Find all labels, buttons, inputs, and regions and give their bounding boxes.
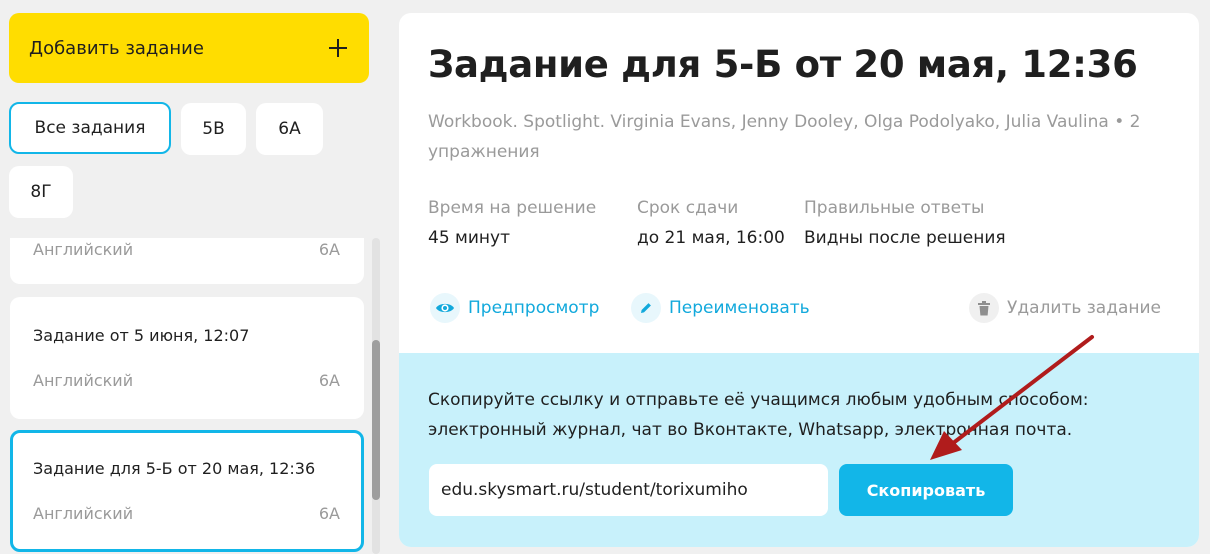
plus-icon — [327, 37, 349, 59]
preview-button[interactable]: Предпросмотр — [430, 292, 599, 324]
answers-label: Правильные ответы — [804, 198, 985, 218]
task-title: Задание от 5 июня, 12:07 — [33, 326, 250, 345]
task-title: Задание для 5-Б от 20 мая, 12:36 — [33, 459, 316, 478]
share-instructions: Скопируйте ссылку и отправьте её учащимс… — [428, 390, 1089, 440]
delete-task-label: Удалить задание — [1007, 298, 1162, 318]
scrollbar-thumb[interactable] — [372, 340, 380, 500]
task-card-selected[interactable]: Задание для 5-Б от 20 мая, 12:36 Английс… — [10, 430, 364, 552]
task-class: 6А — [318, 504, 340, 523]
sidebar: Добавить задание Все задания 5В 6А 8Г Ан… — [0, 0, 380, 554]
book-info: Workbook. Spotlight. Virginia Evans, Jen… — [428, 112, 1141, 162]
deadline-label: Срок сдачи — [637, 198, 739, 218]
filter-5v[interactable]: 5В — [181, 103, 246, 155]
student-link-field[interactable] — [429, 464, 828, 516]
task-details-panel: Задание для 5-Б от 20 мая, 12:36 Workboo… — [399, 13, 1199, 547]
page-title: Задание для 5-Б от 20 мая, 12:36 — [428, 43, 1138, 86]
task-class: 6А — [318, 371, 340, 390]
pencil-icon — [631, 293, 661, 323]
answers-value: Видны после решения — [804, 228, 1006, 248]
share-section: Скопируйте ссылку и отправьте её учащимс… — [399, 353, 1199, 547]
filter-6a[interactable]: 6А — [256, 103, 323, 155]
task-card[interactable]: Задание от 5 июня, 12:07 Английский 6А — [10, 297, 364, 419]
copy-link-button[interactable]: Скопировать — [839, 464, 1013, 516]
filter-8g[interactable]: 8Г — [9, 166, 73, 218]
add-task-label: Добавить задание — [29, 37, 204, 59]
task-list: Английский 6А Задание от 5 июня, 12:07 А… — [0, 238, 380, 554]
task-class: 6А — [318, 240, 340, 259]
eye-icon — [430, 293, 460, 323]
task-subject: Английский — [33, 504, 134, 523]
rename-button[interactable]: Переименовать — [631, 292, 810, 324]
deadline-value: до 21 мая, 16:00 — [637, 228, 785, 248]
task-card[interactable]: Английский 6А — [10, 238, 364, 284]
time-value: 45 минут — [428, 228, 510, 248]
time-label: Время на решение — [428, 198, 597, 218]
task-subject: Английский — [33, 371, 134, 390]
preview-label: Предпросмотр — [468, 298, 600, 318]
filter-all-tasks[interactable]: Все задания — [9, 102, 171, 154]
delete-task-button[interactable]: Удалить задание — [969, 292, 1161, 324]
add-task-button[interactable]: Добавить задание — [9, 13, 369, 83]
trash-icon — [969, 293, 999, 323]
rename-label: Переименовать — [669, 298, 810, 318]
task-subject: Английский — [33, 240, 134, 259]
